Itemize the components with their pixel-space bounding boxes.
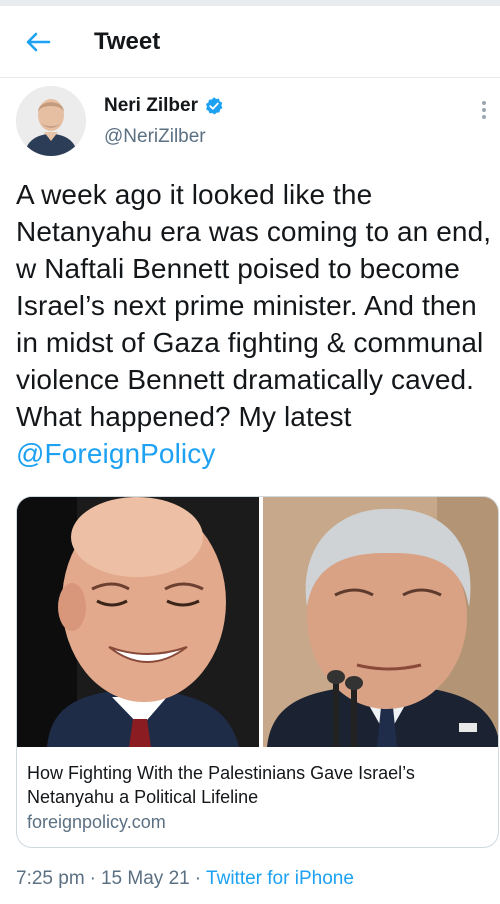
tweet-text: A week ago it looked like the Netanyahu …: [16, 176, 494, 472]
tweet-body: A week ago it looked like the Netanyahu …: [16, 179, 492, 432]
back-button[interactable]: [20, 24, 56, 60]
mention-link[interactable]: @ForeignPolicy: [16, 438, 215, 469]
verified-badge-icon: [205, 97, 223, 115]
tweet-meta: 7:25 pm · 15 May 21 · Twitter for iPhone: [16, 868, 354, 890]
meta-separator: ·: [194, 868, 202, 889]
avatar-image: [16, 86, 86, 156]
tweet-time[interactable]: 7:25 pm: [16, 868, 85, 890]
link-card[interactable]: How Fighting With the Palestinians Gave …: [16, 496, 499, 848]
page-title: Tweet: [94, 28, 161, 55]
author-name[interactable]: Neri Zilber: [104, 95, 198, 117]
card-info: How Fighting With the Palestinians Gave …: [27, 761, 487, 833]
more-options-button[interactable]: [476, 96, 492, 124]
tweet-date[interactable]: 15 May 21: [101, 868, 190, 890]
more-vertical-icon: [482, 101, 486, 105]
card-photo: [17, 497, 498, 747]
top-bar: Tweet: [0, 6, 500, 78]
avatar[interactable]: [16, 86, 86, 156]
tweet-source-link[interactable]: Twitter for iPhone: [206, 868, 354, 890]
card-domain: foreignpolicy.com: [27, 812, 166, 832]
author-handle[interactable]: @NeriZilber: [104, 126, 224, 148]
author-block: Neri Zilber @NeriZilber: [104, 95, 224, 148]
card-title: How Fighting With the Palestinians Gave …: [27, 763, 415, 807]
card-image: [17, 497, 498, 747]
back-arrow-icon: [26, 32, 51, 52]
meta-separator: ·: [89, 868, 96, 889]
